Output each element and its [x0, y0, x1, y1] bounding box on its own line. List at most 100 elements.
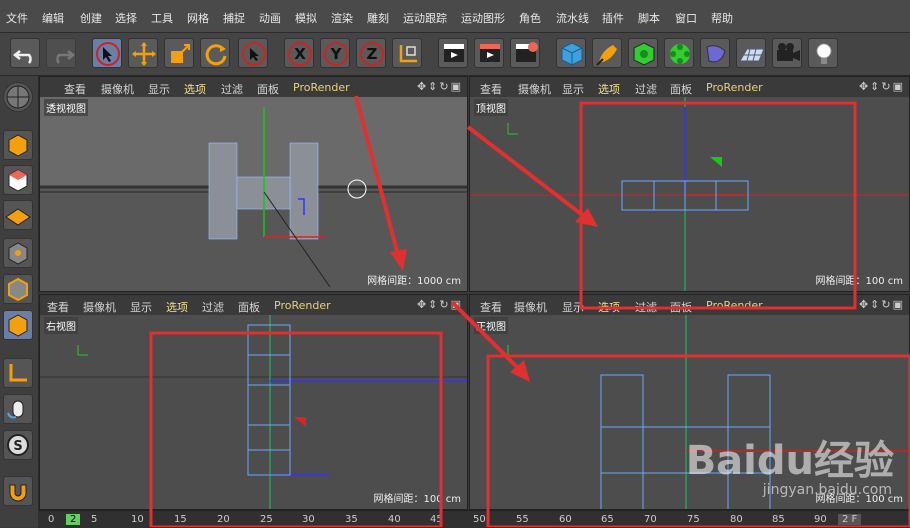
- grid-spacing: 网格间距：1000 cm: [367, 276, 461, 287]
- menu-prorender[interactable]: ProRender: [293, 81, 350, 94]
- svg-text:S: S: [13, 439, 22, 454]
- cloner-icon[interactable]: [664, 38, 694, 68]
- viewport-nav-icons[interactable]: ✥⇕↻▣: [859, 298, 905, 311]
- axis-mode-icon[interactable]: [3, 358, 33, 388]
- menu-filter[interactable]: 过滤: [635, 81, 657, 97]
- polygons-mode-icon[interactable]: [3, 310, 33, 340]
- menu-display[interactable]: 显示: [562, 299, 584, 315]
- magnet-icon[interactable]: [3, 476, 33, 506]
- frame-end-field[interactable]: 2 F: [838, 514, 862, 525]
- viewport-nav-icons[interactable]: ✥⇕↻▣: [859, 80, 905, 93]
- menu-display[interactable]: 显示: [130, 299, 152, 315]
- cube-icon[interactable]: [556, 38, 586, 68]
- menu-view[interactable]: 查看: [480, 299, 502, 315]
- menu-character[interactable]: 角色: [519, 10, 541, 26]
- mode-globe-icon[interactable]: [3, 82, 33, 112]
- texture-mode-icon[interactable]: [3, 165, 33, 195]
- menu-panel[interactable]: 面板: [257, 81, 279, 97]
- menu-window[interactable]: 窗口: [675, 10, 697, 26]
- tick-label: 30: [302, 514, 315, 525]
- menu-mesh[interactable]: 网格: [187, 10, 209, 26]
- menu-snap[interactable]: 捕捉: [223, 10, 245, 26]
- menu-animate[interactable]: 动画: [259, 10, 281, 26]
- floor-icon[interactable]: [736, 38, 766, 68]
- tweak-mode-icon[interactable]: [3, 394, 33, 424]
- render-region-icon[interactable]: [474, 38, 504, 68]
- menu-filter[interactable]: 过滤: [202, 299, 224, 315]
- edges-mode-icon[interactable]: [3, 274, 33, 304]
- viewport-perspective[interactable]: 查看 摄像机 显示 选项 过滤 面板 ProRender ✥⇕↻▣ 透视视图 网…: [39, 76, 468, 292]
- workplane-icon[interactable]: [3, 200, 33, 230]
- viewport-header: 查看 摄像机 显示 选项 过滤 面板 ProRender ✥⇕↻▣: [40, 295, 467, 316]
- light-icon[interactable]: [808, 38, 838, 68]
- menu-view[interactable]: 查看: [480, 81, 502, 97]
- snap-icon[interactable]: S: [3, 430, 33, 460]
- x-axis-lock-icon[interactable]: X: [284, 38, 314, 68]
- menu-panel[interactable]: 面板: [670, 299, 692, 315]
- viewport-right[interactable]: 查看 摄像机 显示 选项 过滤 面板 ProRender ✥⇕↻▣ 右视图 网格…: [39, 294, 468, 510]
- menu-display[interactable]: 显示: [562, 81, 584, 97]
- render-view-icon[interactable]: [438, 38, 468, 68]
- move-icon[interactable]: [128, 38, 158, 68]
- menu-options[interactable]: 选项: [598, 81, 620, 97]
- live-select-icon[interactable]: [238, 38, 268, 68]
- menu-tools[interactable]: 工具: [151, 10, 173, 26]
- y-axis-lock-icon[interactable]: Y: [320, 38, 350, 68]
- menu-prorender[interactable]: ProRender: [274, 299, 331, 312]
- camera-icon[interactable]: [772, 38, 802, 68]
- viewport-top[interactable]: 查看 摄像机 显示 选项 过滤 面板 ProRender ✥⇕↻▣ 顶视图 网格…: [469, 76, 910, 292]
- points-mode-icon[interactable]: [3, 238, 33, 268]
- tick-label: 55: [516, 514, 529, 525]
- menu-prorender[interactable]: ProRender: [706, 299, 763, 312]
- select-arrow-icon[interactable]: [92, 38, 122, 68]
- menu-panel[interactable]: 面板: [238, 299, 260, 315]
- menu-filter[interactable]: 过滤: [635, 299, 657, 315]
- menu-options[interactable]: 选项: [184, 81, 206, 97]
- menu-sculpt[interactable]: 雕刻: [367, 10, 389, 26]
- menu-create[interactable]: 创建: [80, 10, 102, 26]
- undo-icon[interactable]: [10, 38, 40, 68]
- menu-mograph[interactable]: 运动图形: [461, 10, 505, 26]
- tick-label: 10: [131, 514, 144, 525]
- scale-icon[interactable]: [164, 38, 194, 68]
- current-frame-marker[interactable]: 2: [66, 514, 81, 525]
- menu-motion-tracking[interactable]: 运动跟踪: [403, 10, 447, 26]
- menu-panel[interactable]: 面板: [670, 81, 692, 97]
- menu-camera[interactable]: 摄像机: [83, 299, 116, 315]
- menu-options[interactable]: 选项: [166, 299, 188, 315]
- tick-label: 70: [644, 514, 657, 525]
- viewport-nav-icons[interactable]: ✥⇕↻▣: [417, 80, 463, 93]
- menu-camera[interactable]: 摄像机: [101, 81, 134, 97]
- model-mode-icon[interactable]: [3, 130, 33, 160]
- menu-select[interactable]: 选择: [115, 10, 137, 26]
- menu-simulate[interactable]: 模拟: [295, 10, 317, 26]
- z-axis-lock-icon[interactable]: Z: [356, 38, 386, 68]
- menu-filter[interactable]: 过滤: [221, 81, 243, 97]
- menu-camera[interactable]: 摄像机: [514, 299, 547, 315]
- tick-label: 5: [91, 514, 98, 525]
- redo-icon[interactable]: [46, 38, 76, 68]
- menu-camera[interactable]: 摄像机: [518, 81, 551, 97]
- menu-prorender[interactable]: ProRender: [706, 81, 763, 94]
- menu-render[interactable]: 渲染: [331, 10, 353, 26]
- watermark-logo: Baidu经验: [685, 438, 894, 484]
- timeline[interactable]: 0 2 5 10 15 20 25 30 35 40 45 50 55 60 6…: [38, 510, 910, 528]
- pen-spline-icon[interactable]: [592, 38, 622, 68]
- tick-label: 20: [217, 514, 230, 525]
- render-settings-icon[interactable]: [510, 38, 540, 68]
- menu-script[interactable]: 脚本: [638, 10, 660, 26]
- menu-pipeline[interactable]: 流水线: [556, 10, 589, 26]
- menu-display[interactable]: 显示: [148, 81, 170, 97]
- menu-edit[interactable]: 编辑: [42, 10, 64, 26]
- coordinate-system-icon[interactable]: [392, 38, 422, 68]
- viewport-nav-icons[interactable]: ✥⇕↻▣: [417, 298, 463, 311]
- menu-plugins[interactable]: 插件: [602, 10, 624, 26]
- subdivision-icon[interactable]: [628, 38, 658, 68]
- menu-options[interactable]: 选项: [598, 299, 620, 315]
- menu-help[interactable]: 帮助: [711, 10, 733, 26]
- menu-view[interactable]: 查看: [64, 81, 86, 97]
- deformer-icon[interactable]: [700, 38, 730, 68]
- menu-file[interactable]: 文件: [6, 10, 28, 26]
- menu-view[interactable]: 查看: [47, 299, 69, 315]
- rotate-icon[interactable]: [200, 38, 230, 68]
